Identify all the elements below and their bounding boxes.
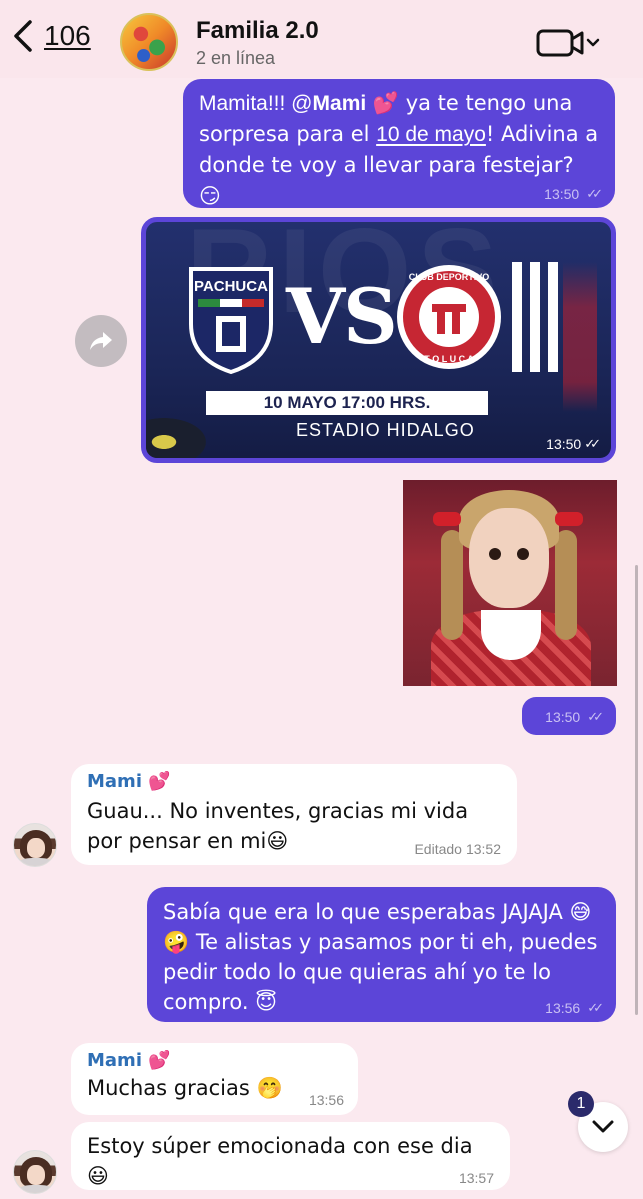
group-avatar[interactable] (120, 13, 178, 71)
decorative-bars (512, 262, 562, 372)
message-text: Estoy súper emocionada con ese dia😃 (87, 1134, 473, 1188)
forward-button[interactable] (75, 315, 127, 367)
chevron-left-icon (14, 20, 32, 52)
avatar[interactable] (13, 1150, 57, 1194)
pachuca-crest: PACHUCA (189, 267, 273, 374)
message-meta: 13:50 ✓✓ (544, 186, 603, 202)
match-stadium: ESTADIO HIDALGO (296, 420, 475, 440)
match-promo-image[interactable]: RIOS PACHUCA VS CLUB DEPORTIVO T O L U C… (141, 217, 616, 463)
match-date: 10 MAYO 17:00 HRS. (206, 391, 488, 415)
chevron-down-icon (586, 38, 600, 47)
double-check-icon: ✓✓ (586, 186, 603, 201)
message-text: Sabía que era lo que esperabas JAJAJA 😅🤪… (163, 900, 598, 1014)
date-link[interactable]: 10 de mayo (376, 123, 486, 146)
message-time: 13:52 (465, 841, 501, 857)
message-outgoing[interactable]: Mamita!!! @Mami 💕 ya te tengo una sorpre… (183, 79, 615, 208)
unread-badge: 1 (568, 1091, 594, 1117)
message-text: Mamita!!! @Mami 💕 ya te tengo una sorpre… (199, 91, 599, 208)
message-time: 13:56 (545, 1000, 581, 1016)
versus-label: VS (286, 272, 398, 361)
forward-icon (90, 332, 112, 350)
svg-text:T O L U C A: T O L U C A (424, 354, 474, 364)
message-time: 13:50 (544, 186, 580, 202)
svg-text:CLUB DEPORTIVO: CLUB DEPORTIVO (409, 272, 490, 282)
chat-header: 106 Familia 2.0 2 en línea (0, 0, 643, 78)
toluca-crest: CLUB DEPORTIVO T O L U C A (397, 265, 501, 369)
svg-text:PACHUCA: PACHUCA (194, 278, 268, 295)
message-incoming[interactable]: Mami 💕 Guau... No inventes, gracias mi v… (71, 764, 517, 865)
sender-name[interactable]: Mami 💕 (87, 771, 501, 792)
message-time: 13:56 (308, 1092, 344, 1108)
message-meta: 13:56 ✓✓ (545, 1000, 604, 1016)
message-time: 13:50 (545, 709, 581, 725)
message-time: 13:50 (546, 436, 582, 452)
back-button[interactable]: 106 (10, 18, 91, 54)
double-check-icon: ✓✓ (587, 1000, 604, 1015)
double-check-icon: ✓✓ (587, 709, 604, 724)
video-camera-icon (536, 29, 600, 57)
avatar[interactable] (13, 823, 57, 867)
video-call-button[interactable] (536, 26, 602, 60)
message-meta: 13:56 (309, 1092, 344, 1108)
girl-photo-sticker[interactable] (403, 480, 617, 686)
message-meta: Editado 13:52 (414, 841, 501, 857)
message-time: 13:57 (458, 1170, 494, 1186)
edited-label: Editado (414, 841, 462, 857)
photo-time-badge: 13:50 ✓✓ (522, 697, 616, 735)
message-outgoing[interactable]: Sabía que era lo que esperabas JAJAJA 😅🤪… (147, 887, 616, 1022)
chevron-down-icon (592, 1120, 614, 1133)
group-name[interactable]: Familia 2.0 (196, 17, 319, 45)
scrollbar[interactable] (635, 565, 638, 1015)
mention-link[interactable]: Mami (313, 92, 367, 115)
message-incoming[interactable]: Estoy súper emocionada con ese dia😃 13:5… (71, 1122, 510, 1190)
sender-name[interactable]: Mami 💕 (87, 1050, 342, 1071)
message-meta: 13:57 (459, 1170, 494, 1186)
double-check-icon: ✓✓ (584, 436, 601, 451)
message-text: Muchas gracias 🤭 (87, 1076, 283, 1100)
unread-chats-count: 106 (44, 20, 91, 51)
online-status: 2 en línea (196, 48, 276, 68)
message-meta: 13:50 ✓✓ (546, 436, 601, 452)
message-incoming[interactable]: Mami 💕 Muchas gracias 🤭 13:56 (71, 1043, 358, 1115)
